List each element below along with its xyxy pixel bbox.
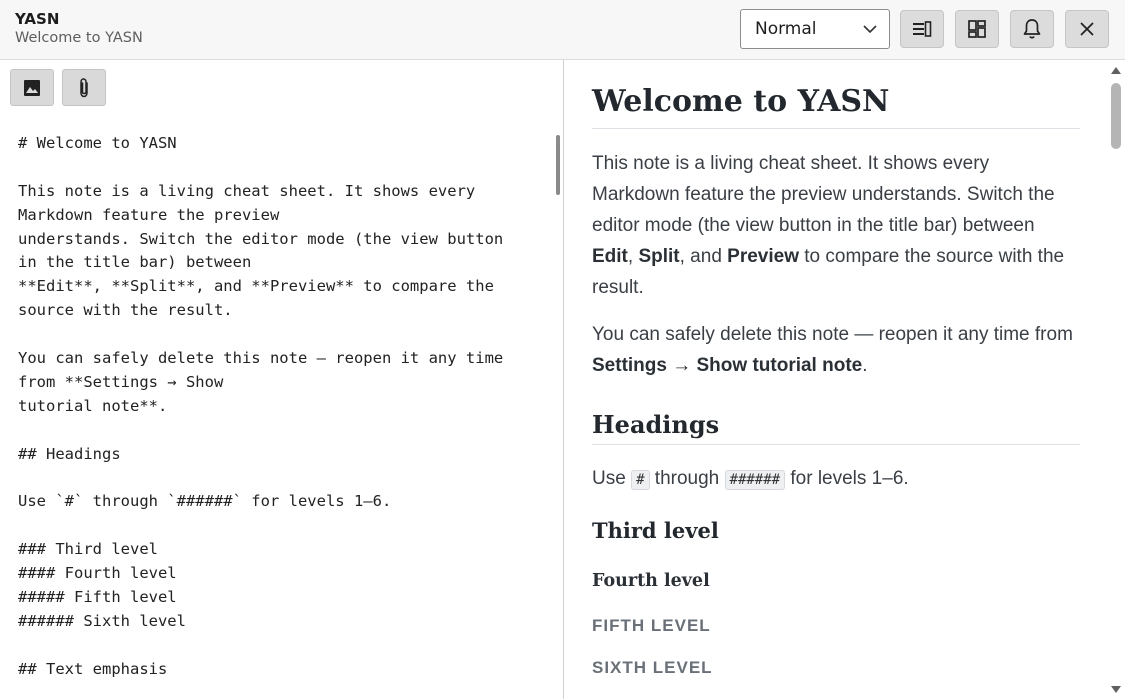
editor-line[interactable]: # Welcome to YASN — [18, 132, 538, 156]
editor-line[interactable]: **Edit**, **Split**, and **Preview** to … — [18, 275, 538, 299]
editor-line[interactable]: ##### Fifth level — [18, 586, 538, 610]
editor-line[interactable]: #### Fourth level — [18, 562, 538, 586]
bell-icon — [1023, 19, 1041, 39]
title-bar: YASN Welcome to YASN Normal — [0, 0, 1125, 60]
editor-line[interactable]: ## Headings — [18, 443, 538, 467]
preview-scrollbar-thumb[interactable] — [1111, 83, 1121, 149]
editor-scrollbar-thumb[interactable] — [556, 135, 560, 195]
editor-line[interactable]: understands. Switch the editor mode (the… — [18, 228, 538, 252]
preview-scrollbar[interactable] — [1109, 60, 1125, 699]
editor-line[interactable] — [18, 466, 538, 490]
editor-line[interactable] — [18, 323, 538, 347]
editor-line[interactable] — [18, 156, 538, 180]
layout-button[interactable] — [955, 10, 999, 48]
view-split-icon — [913, 21, 932, 37]
editor-line[interactable]: You can safely delete this note — reopen… — [18, 347, 538, 371]
chevron-down-icon — [863, 25, 877, 34]
attach-file-button[interactable] — [62, 69, 106, 106]
close-button[interactable] — [1065, 10, 1109, 48]
editor-line[interactable]: source with the result. — [18, 299, 538, 323]
preview-heading-1: Welcome to YASN — [592, 84, 1080, 129]
view-mode-button[interactable] — [900, 10, 944, 48]
preview-heading-4: Fourth level — [592, 571, 710, 591]
editor-line[interactable]: tutorial note**. — [18, 395, 538, 419]
editor-line[interactable] — [18, 634, 538, 658]
preview-heading-3: Third level — [592, 518, 719, 543]
preview-heading-6: Sixth level — [592, 658, 713, 677]
editor-line[interactable]: from **Settings → Show — [18, 371, 538, 395]
editor-line[interactable]: Use `#` through `######` for levels 1–6. — [18, 490, 538, 514]
preview-paragraph-delete: You can safely delete this note — reopen… — [592, 324, 1073, 376]
insert-image-button[interactable] — [10, 69, 54, 106]
paperclip-icon — [80, 77, 88, 97]
editor-line[interactable]: ## Text emphasis — [18, 658, 538, 682]
preview-heading-5: Fifth level — [592, 616, 711, 635]
mode-select-value: Normal — [755, 19, 817, 39]
editor-line[interactable]: ### Third level — [18, 538, 538, 562]
scroll-down-arrow-icon[interactable] — [1109, 685, 1123, 695]
editor-line[interactable]: Markdown feature the preview — [18, 204, 538, 228]
editor-line[interactable]: in the title bar) between — [18, 251, 538, 275]
layout-grid-icon — [968, 20, 986, 38]
preview-heading-headings: Headings — [592, 410, 1080, 445]
preview-paragraph-intro: This note is a living cheat sheet. It sh… — [592, 153, 1065, 298]
scroll-up-arrow-icon[interactable] — [1109, 65, 1123, 75]
mode-select[interactable]: Normal — [740, 9, 890, 49]
editor-line[interactable]: This note is a living cheat sheet. It sh… — [18, 180, 538, 204]
notifications-button[interactable] — [1010, 10, 1054, 48]
inline-code: ###### — [724, 470, 786, 490]
preview-pane: Welcome to YASN This note is a living ch… — [565, 60, 1125, 699]
editor-line[interactable]: ###### Sixth level — [18, 610, 538, 634]
editor-line[interactable] — [18, 419, 538, 443]
editor-pane[interactable]: # Welcome to YASN This note is a living c… — [0, 60, 564, 699]
app-title: YASN — [15, 10, 60, 28]
preview-paragraph-levels: Use # through ###### for levels 1–6. — [592, 468, 909, 490]
inline-code: # — [631, 470, 650, 490]
close-icon — [1080, 22, 1094, 36]
markdown-editor[interactable]: # Welcome to YASN This note is a living c… — [18, 132, 538, 681]
note-title: Welcome to YASN — [15, 30, 143, 46]
editor-line[interactable] — [18, 514, 538, 538]
image-icon — [24, 79, 40, 96]
